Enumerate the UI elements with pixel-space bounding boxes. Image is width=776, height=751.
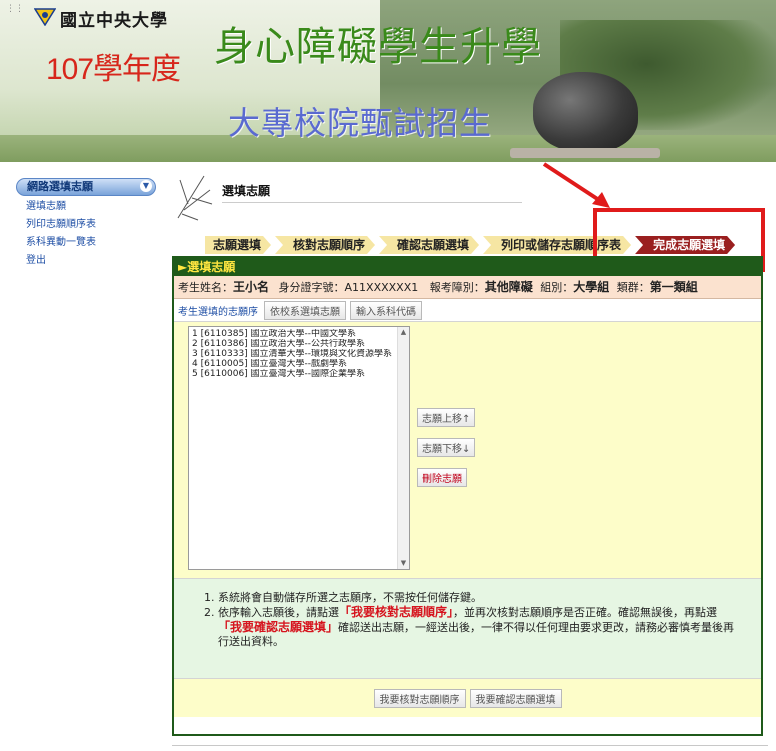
instructions: 系統將會自動儲存所選之志願序，不需按任何儲存鍵。 依序輸入志願後，請點選「我要核… — [174, 579, 761, 679]
listbox-scrollbar[interactable]: ▲ ▼ — [397, 327, 409, 569]
candidate-cluster: 第一類組 — [649, 280, 698, 294]
candidate-info: 考生姓名：王小名 身分證字號：A11XXXXXX1 報考障別：其他障礙 組別：大… — [174, 276, 761, 299]
banner-sculpture — [533, 72, 638, 152]
scroll-up-icon[interactable]: ▲ — [398, 327, 409, 338]
banner-plinth — [510, 148, 660, 158]
corner-dots: ⋮⋮ — [6, 4, 24, 14]
panel-header: ►選填志願 — [174, 258, 761, 276]
category-label: 報考障別： — [429, 281, 485, 294]
selection-panel: ►選填志願 考生姓名：王小名 身分證字號：A11XXXXXX1 報考障別：其他障… — [172, 256, 763, 736]
list-item[interactable]: 2 [6110386] 國立政治大學--公共行政學系 — [192, 339, 406, 349]
select-by-school-button[interactable]: 依校系選填志願 — [264, 300, 346, 320]
enter-code-button[interactable]: 輸入系科代碼 — [350, 300, 422, 320]
note-2-highlight-confirm: 「我要確認志願選填」 — [218, 620, 339, 634]
banner-title-sub: 大專校院甄試招生 — [228, 105, 493, 141]
section-title: 選填志願 — [222, 184, 271, 198]
step-confirm[interactable]: 確認志願選填 — [379, 236, 479, 254]
name-label: 考生姓名： — [178, 281, 233, 294]
note-2-part-a: 依序輸入志願後，請點選 — [218, 606, 339, 619]
choice-listbox[interactable]: 1 [6110385] 國立政治大學--中國文學系 2 [6110386] 國立… — [188, 326, 410, 570]
note-2-highlight-verify: 「我要核對志願順序」 — [339, 605, 454, 619]
choice-work-area: 1 [6110385] 國立政治大學--中國文學系 2 [6110386] 國立… — [174, 322, 761, 579]
list-item[interactable]: 5 [6110006] 國立臺灣大學--國際企業學系 — [192, 369, 406, 379]
candidate-group: 大學組 — [573, 280, 610, 294]
sidebar-item-print-order[interactable]: 列印志願順序表 — [16, 218, 156, 232]
choice-tabs: 考生選填的志願序 依校系選填志願 輸入系科代碼 — [174, 299, 761, 322]
chevron-down-icon[interactable]: ▼ — [140, 180, 152, 192]
sidebar: 網路選填志願 ▼ 選填志願 列印志願順序表 系科異動一覽表 登出 — [16, 178, 156, 268]
move-down-button[interactable]: 志願下移↓ — [417, 438, 476, 457]
sidebar-header[interactable]: 網路選填志願 ▼ — [16, 178, 156, 196]
scroll-down-icon[interactable]: ▼ — [398, 558, 409, 569]
step-select[interactable]: 志願選填 — [205, 236, 271, 254]
banner-title-main: 身心障礙學生升學 — [214, 25, 542, 69]
note-2-part-b: ，並再次核對志願順序是否正確。確認無誤後，再點選 — [453, 606, 718, 619]
id-label: 身分證字號： — [278, 281, 345, 294]
verify-order-button[interactable]: 我要核對志願順序 — [373, 688, 466, 708]
sidebar-item-logout[interactable]: 登出 — [16, 254, 156, 268]
pine-leaf-icon — [177, 175, 213, 221]
candidate-category: 其他障礙 — [484, 280, 533, 294]
sidebar-header-label: 網路選填志願 — [27, 180, 93, 193]
university-name: 國立中央大學 — [60, 11, 168, 31]
sidebar-item-select-choices[interactable]: 選填志願 — [16, 200, 156, 214]
candidate-name: 王小名 — [233, 280, 270, 294]
header-banner: ⋮⋮ 國立中央大學 107學年度 身心障礙學生升學 大專校院甄試招生 — [0, 0, 776, 162]
bottom-actions: 我要核對志願順序 我要確認志願選填 — [174, 679, 761, 717]
section-divider — [222, 202, 522, 203]
list-item[interactable]: 1 [6110385] 國立政治大學--中國文學系 — [192, 329, 406, 339]
note-1: 系統將會自動儲存所選之志願序，不需按任何儲存鍵。 — [218, 591, 741, 605]
confirm-choices-button[interactable]: 我要確認志願選填 — [469, 688, 562, 708]
group-label: 組別： — [540, 281, 574, 294]
move-up-button[interactable]: 志願上移↑ — [417, 408, 476, 427]
footer-divider — [172, 745, 768, 746]
list-item[interactable]: 4 [6110005] 國立臺灣大學--戲劇學系 — [192, 359, 406, 369]
cluster-label: 類群： — [616, 281, 650, 294]
delete-choice-button[interactable]: 刪除志願 — [417, 468, 467, 487]
note-2: 依序輸入志願後，請點選「我要核對志願順序」，並再次核對志願順序是否正確。確認無誤… — [218, 605, 741, 649]
sidebar-item-department-changes[interactable]: 系科異動一覽表 — [16, 236, 156, 250]
university-emblem-icon — [34, 8, 56, 26]
step-verify-order[interactable]: 核對志願順序 — [275, 236, 375, 254]
tab-selected-choices[interactable]: 考生選填的志願序 — [178, 303, 258, 318]
list-item[interactable]: 3 [6110333] 國立清華大學--環境與文化資源學系 — [192, 349, 406, 359]
candidate-id: A11XXXXXX1 — [344, 281, 419, 294]
academic-year: 107學年度 — [46, 53, 181, 86]
arrow-indicator — [542, 162, 610, 208]
